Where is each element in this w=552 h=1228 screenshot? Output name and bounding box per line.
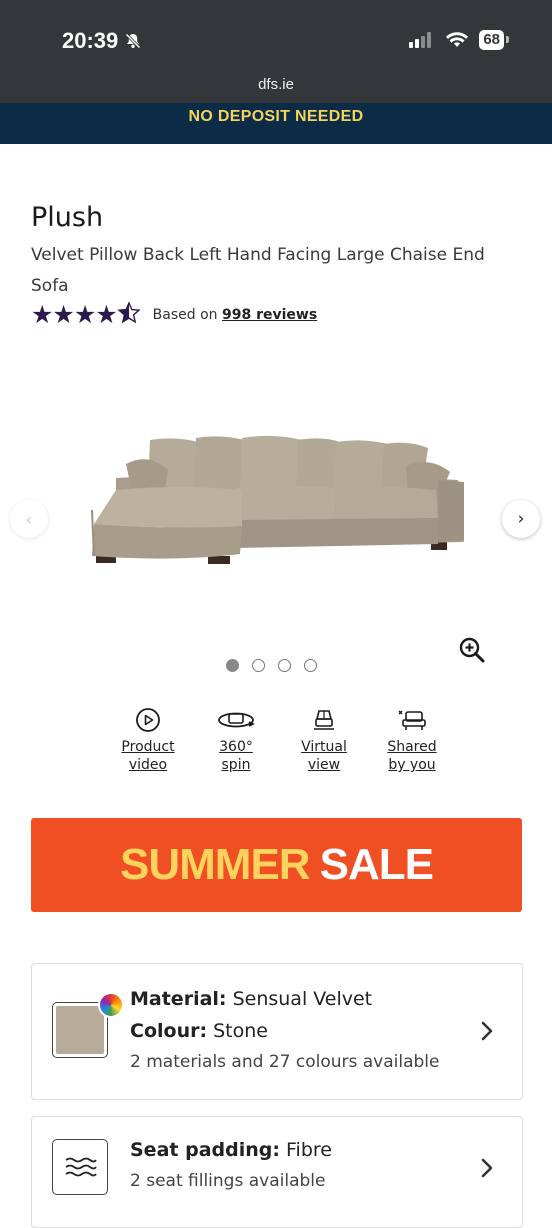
url-bar[interactable]: dfs.ie	[0, 76, 552, 93]
product-brand: Plush	[31, 202, 104, 233]
promo-banner[interactable]: NO DEPOSIT NEEDED	[0, 103, 552, 144]
status-bar: 20:39 68 dfs.ie	[0, 0, 552, 103]
reviews-summary: Based on 998 reviews	[153, 307, 318, 323]
seat-padding-icon	[52, 1139, 108, 1195]
half-star-icon	[116, 301, 141, 324]
material-selector-card[interactable]: Material: Sensual Velvet Colour: Stone 2…	[31, 963, 523, 1100]
rating-row: ★★★★ Based on 998 reviews	[31, 300, 317, 329]
carousel-dot-2[interactable]	[252, 659, 265, 672]
colour-value: Stone	[213, 1020, 268, 1042]
carousel-dots	[226, 659, 317, 672]
seat-padding-line: Seat padding: Fibre	[130, 1139, 332, 1161]
sale-word-2: SALE	[319, 840, 434, 889]
material-availability: 2 materials and 27 colours available	[130, 1052, 440, 1072]
status-time-text: 20:39	[62, 28, 119, 53]
status-indicators: 68	[409, 30, 509, 50]
rotate-360-icon	[218, 712, 255, 728]
seat-padding-card[interactable]: Seat padding: Fibre 2 seat fillings avai…	[31, 1116, 523, 1228]
battery-icon: 68	[479, 30, 509, 50]
mute-bell-icon	[125, 33, 141, 49]
product-video-label-1: Product	[121, 739, 175, 755]
chevron-left-icon: ‹	[25, 509, 33, 529]
product-description: Velvet Pillow Back Left Hand Facing Larg…	[31, 245, 485, 296]
material-value: Sensual Velvet	[232, 988, 373, 1010]
colour-label: Colour:	[130, 1020, 208, 1042]
play-icon	[136, 708, 160, 732]
reviews-prefix: Based on	[152, 306, 218, 323]
carousel-dot-4[interactable]	[304, 659, 317, 672]
seat-padding-label: Seat padding:	[130, 1139, 280, 1161]
virtual-view-link[interactable]: Virtual view	[280, 706, 368, 774]
zoom-in-icon[interactable]	[458, 636, 486, 664]
product-video-link[interactable]: Product video	[104, 706, 192, 774]
ar-view-icon	[314, 710, 334, 730]
rating-stars: ★★★★	[31, 300, 141, 329]
shared-by-you-label-2: by you	[388, 757, 436, 773]
reviews-link[interactable]: 998 reviews	[222, 307, 317, 323]
carousel-dot-3[interactable]	[278, 659, 291, 672]
chevron-right-icon	[481, 1158, 493, 1178]
shared-by-you-label-1: Shared	[387, 739, 437, 755]
colour-line: Colour: Stone	[130, 1020, 268, 1042]
full-stars: ★★★★	[31, 300, 118, 329]
chevron-right-icon: ›	[517, 509, 525, 529]
spin-360-label-1: 360°	[219, 739, 253, 755]
status-time: 20:39	[62, 28, 142, 54]
spin-360-link[interactable]: 360° spin	[192, 706, 280, 774]
colour-wheel-icon	[98, 992, 124, 1018]
material-label: Material:	[130, 988, 227, 1010]
carousel-dot-1[interactable]	[226, 659, 239, 672]
product-video-label-2: video	[128, 757, 168, 773]
material-line: Material: Sensual Velvet	[130, 988, 372, 1010]
shared-by-you-link[interactable]: Shared by you	[368, 706, 456, 774]
virtual-view-label-1: Virtual	[301, 739, 347, 755]
summer-sale-banner[interactable]: SUMMER SALE	[31, 818, 522, 912]
seat-padding-value: Fibre	[286, 1139, 332, 1161]
sale-word-1: SUMMER	[120, 840, 311, 889]
chevron-right-icon	[481, 1021, 493, 1041]
carousel-next-button[interactable]: ›	[502, 500, 540, 538]
virtual-view-label-2: view	[307, 757, 341, 773]
shared-photo-icon	[398, 710, 426, 730]
product-image[interactable]	[86, 430, 466, 570]
carousel-prev-button[interactable]: ‹	[10, 500, 48, 538]
cellular-signal-icon	[409, 32, 432, 48]
wifi-icon	[446, 32, 469, 47]
seat-padding-availability: 2 seat fillings available	[130, 1171, 326, 1191]
spin-360-label-2: spin	[221, 757, 251, 773]
media-links: Product video 360° spin Virtual view Sha…	[104, 706, 456, 774]
